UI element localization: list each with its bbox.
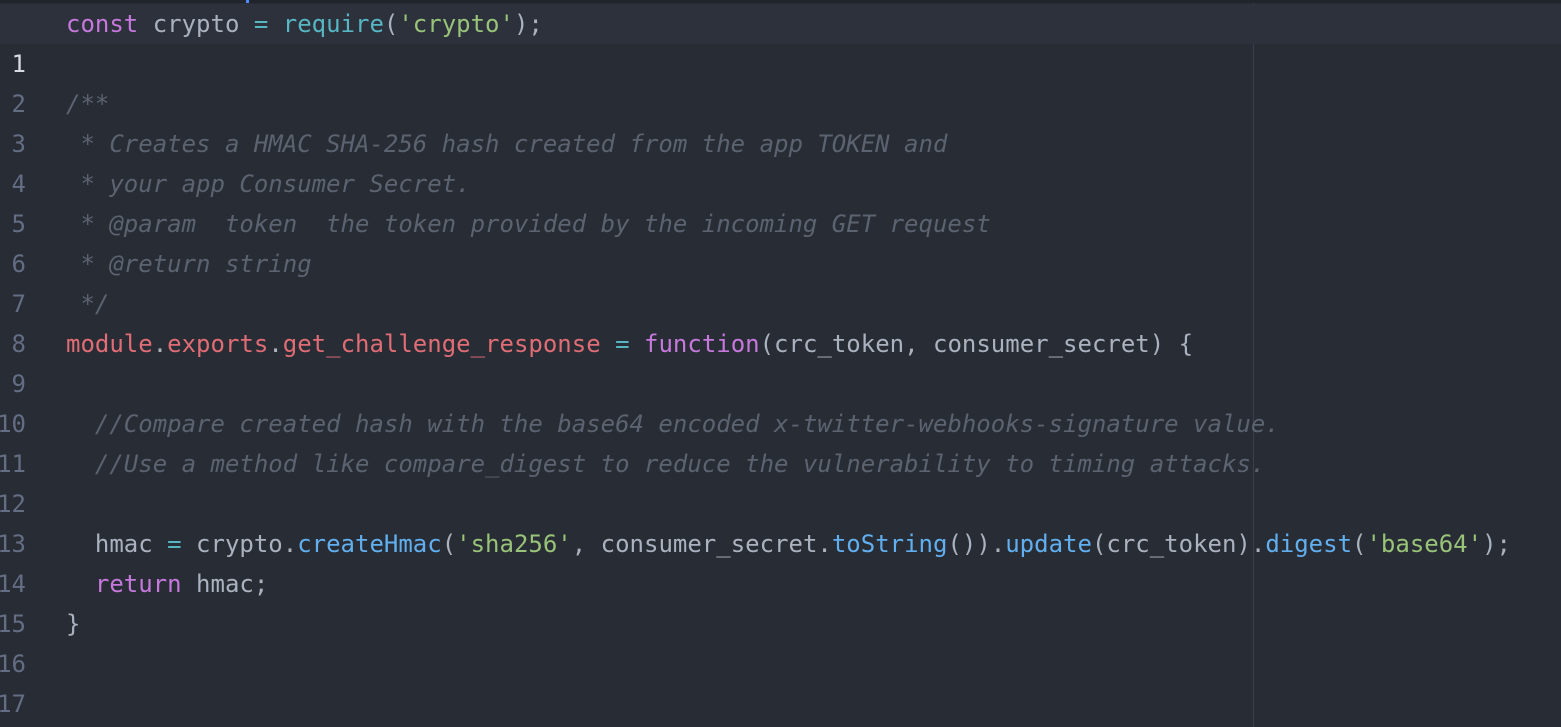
comment: * @return string <box>66 250 312 278</box>
identifier: hmac <box>66 530 168 558</box>
line-code[interactable]: module.exports.get_challenge_response = … <box>66 324 1193 364</box>
function-call: require <box>282 10 384 38</box>
identifier: crypto. <box>181 530 298 558</box>
method-call: toString <box>831 530 948 558</box>
comment: /** <box>66 90 110 118</box>
punctuation: . <box>268 330 283 358</box>
identifier: hmac; <box>181 570 269 598</box>
line-number: 17 <box>0 690 26 718</box>
code-line-10[interactable]: 10 <box>0 364 1561 438</box>
property-exports: exports <box>167 330 269 358</box>
code-line-8[interactable]: 8 */ <box>0 284 1561 358</box>
code-line-11[interactable]: 11 //Compare created hash with the base6… <box>0 404 1561 478</box>
punctuation: ); <box>513 10 543 38</box>
method-call: createHmac <box>297 530 442 558</box>
code-line-3[interactable]: 3 /** <box>0 84 1561 158</box>
code-line-14[interactable]: 14 hmac = crypto.createHmac('sha256', co… <box>0 524 1561 598</box>
code-line-1[interactable]: 1 const crypto = require('crypto'); <box>0 4 1561 78</box>
comment: //Compare created hash with the base64 e… <box>66 410 1280 438</box>
comment: * @param token the token provided by the… <box>66 210 991 238</box>
keyword: const <box>66 10 139 38</box>
code-line-17[interactable]: 17 <box>0 644 1561 718</box>
active-tab-indicator <box>246 0 249 3</box>
comment: * Creates a HMAC SHA-256 hash created fr… <box>66 130 948 158</box>
code-line-12[interactable]: 12 //Use a method like compare_digest to… <box>0 444 1561 518</box>
punctuation: ); <box>1482 530 1511 558</box>
string-literal: 'base64' <box>1366 530 1483 558</box>
code-editor[interactable]: 1 const crypto = require('crypto'); 2 3 … <box>0 0 1561 727</box>
punctuation: . <box>152 330 168 358</box>
identifier-module: module <box>66 330 153 358</box>
code-line-6[interactable]: 6 * @param token the token provided by t… <box>0 204 1561 278</box>
params: (crc_token, consumer_secret) { <box>759 330 1194 358</box>
code-line-2[interactable]: 2 <box>0 44 1561 118</box>
line-code[interactable]: return hmac; <box>66 564 268 604</box>
property-name: get_challenge_response <box>282 330 601 358</box>
punctuation: ( <box>441 530 457 558</box>
punctuation: ( <box>383 10 399 38</box>
comment: * your app Consumer Secret. <box>66 170 471 198</box>
operator: = <box>615 330 630 358</box>
line-code[interactable]: const crypto = require('crypto'); <box>66 4 543 44</box>
line-code[interactable]: hmac = crypto.createHmac('sha256', consu… <box>66 524 1511 564</box>
operator: = <box>167 530 182 558</box>
code-line-7[interactable]: 7 * @return string <box>0 244 1561 318</box>
punctuation: ()). <box>947 530 1006 558</box>
string-literal: 'crypto' <box>398 10 514 38</box>
operator: = <box>253 10 269 38</box>
keyword: return <box>94 570 182 598</box>
code-line-16[interactable]: 16 } <box>0 604 1561 678</box>
identifier: , consumer_secret. <box>571 530 832 558</box>
keyword: function <box>644 330 760 358</box>
comment: */ <box>66 290 110 318</box>
comment: //Use a method like compare_digest to re… <box>66 450 1266 478</box>
punctuation: ( <box>1352 530 1367 558</box>
method-call: digest <box>1265 530 1353 558</box>
closing-brace: } <box>66 610 81 638</box>
tab-bar-edge <box>0 0 1561 3</box>
string-literal: 'sha256' <box>456 530 572 558</box>
code-line-15[interactable]: 15 return hmac; <box>0 564 1561 638</box>
code-line-9[interactable]: 9 module.exports.get_challenge_response … <box>0 324 1561 398</box>
identifier: (crc_token). <box>1091 530 1266 558</box>
identifier: crypto <box>138 10 254 38</box>
code-line-5[interactable]: 5 * your app Consumer Secret. <box>0 164 1561 238</box>
method-call: update <box>1005 530 1092 558</box>
code-line-13[interactable]: 13 <box>0 484 1561 558</box>
code-line-4[interactable]: 4 * Creates a HMAC SHA-256 hash created … <box>0 124 1561 198</box>
